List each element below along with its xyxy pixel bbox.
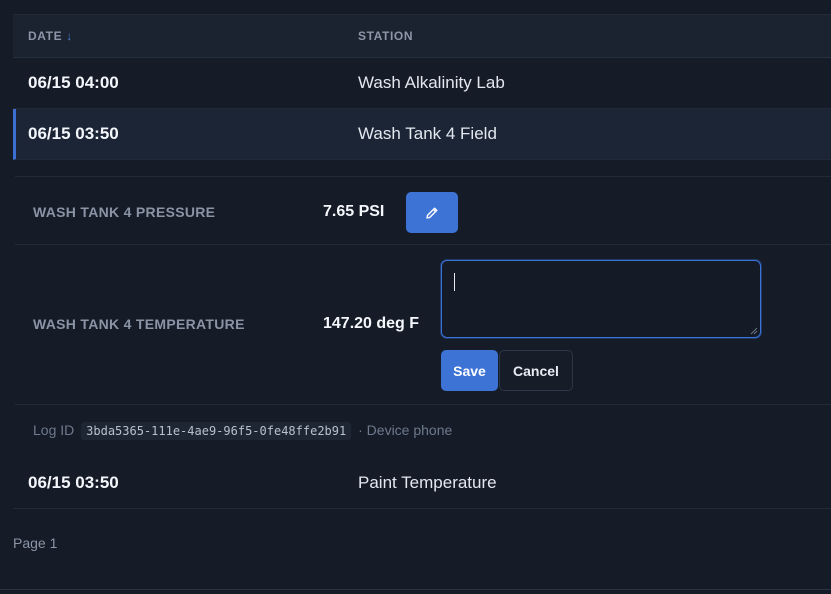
sort-down-icon: ↓ [66,29,73,43]
column-header-date-label: DATE [28,29,63,43]
text-caret [454,273,455,291]
row-station: Wash Alkalinity Lab [358,73,505,92]
log-meta: Log ID 3bda5365-111e-4ae9-96f5-0fe48ffe2… [15,404,831,457]
edit-pressure-button[interactable] [406,192,458,233]
temperature-edit-textarea[interactable] [441,260,761,338]
top-strip [0,0,831,14]
pressure-label: WASH TANK 4 PRESSURE [33,204,216,220]
row-station: Wash Tank 4 Field [358,124,497,143]
device-text: · Device phone [358,422,453,438]
table-row[interactable]: 06/15 04:00 Wash Alkalinity Lab [13,58,831,109]
table-row-selected[interactable]: 06/15 03:50 Wash Tank 4 Field [13,109,831,160]
resize-handle-icon[interactable] [750,327,758,335]
log-id-label: Log ID [33,422,75,438]
row-detail-panel: WASH TANK 4 PRESSURE 7.65 PSI WASH TANK … [13,160,831,458]
cancel-button[interactable]: Cancel [499,350,573,391]
column-header-date[interactable]: DATE ↓ [28,29,73,43]
row-station: Paint Temperature [358,473,497,492]
row-date: 06/15 03:50 [28,473,119,492]
readings-table: DATE ↓ STATION 06/15 04:00 Wash Alkalinit… [13,14,831,509]
bottom-divider [0,589,831,590]
column-header-station[interactable]: STATION [358,29,413,43]
log-id-value: 3bda5365-111e-4ae9-96f5-0fe48ffe2b91 [81,422,352,440]
row-date: 06/15 03:50 [28,124,119,143]
table-row[interactable]: 06/15 03:50 Paint Temperature [13,458,831,509]
pagination-label: Page 1 [13,535,58,551]
log-meta-text: Log ID 3bda5365-111e-4ae9-96f5-0fe48ffe2… [33,422,453,440]
pressure-value: 7.65 PSI [323,203,385,220]
pencil-icon [426,207,438,219]
temperature-value: 147.20 deg F [323,315,420,332]
table-header: DATE ↓ STATION [13,14,831,58]
temperature-label: WASH TANK 4 TEMPERATURE [33,316,245,332]
detail-row-pressure: WASH TANK 4 PRESSURE 7.65 PSI [15,176,831,245]
detail-row-temperature: WASH TANK 4 TEMPERATURE 147.20 deg F Sav… [15,244,831,405]
save-button[interactable]: Save [441,350,498,391]
row-date: 06/15 04:00 [28,73,119,92]
